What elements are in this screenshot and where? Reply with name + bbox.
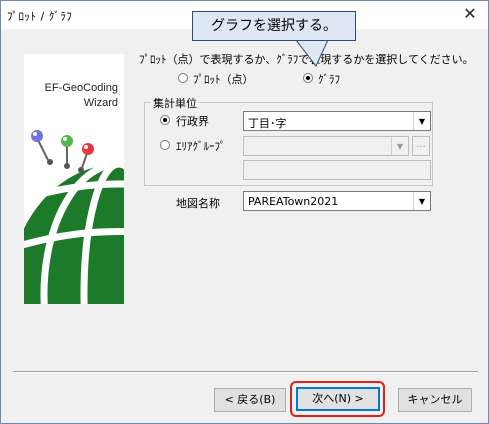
- radio-area-group-label[interactable]: ｴﾘｱｸﾞﾙｰﾌﾟ: [176, 138, 226, 154]
- globe-pins-image: [24, 130, 124, 304]
- area-group-select[interactable]: ▼: [243, 136, 409, 156]
- wizard-illustration: EF-GeoCoding Wizard: [24, 54, 124, 304]
- admin-unit-select[interactable]: 丁目･字 ▼: [243, 111, 431, 131]
- area-group-browse-button[interactable]: ...: [412, 136, 430, 156]
- back-button[interactable]: < 戻る(B): [214, 388, 286, 412]
- map-name-select[interactable]: PAREATown2021 ▼: [243, 191, 431, 211]
- map-name-value: PAREATown2021: [248, 195, 339, 208]
- chevron-down-icon[interactable]: ▼: [391, 137, 408, 155]
- aggregation-group-title: 集計単位: [151, 95, 199, 111]
- radio-area-group[interactable]: [160, 140, 170, 150]
- admin-unit-value: 丁目･字: [248, 117, 287, 130]
- footer-separator: [13, 371, 478, 373]
- callout-annotation: グラフを選択する。: [192, 11, 356, 41]
- radio-admin-boundary-label[interactable]: 行政界: [176, 113, 209, 129]
- chevron-down-icon[interactable]: ▼: [413, 112, 430, 130]
- chevron-down-icon[interactable]: ▼: [413, 192, 430, 210]
- cancel-button[interactable]: キャンセル: [398, 388, 472, 412]
- radio-admin-boundary[interactable]: [160, 115, 170, 125]
- map-name-label: 地図名称: [176, 197, 220, 210]
- next-button-highlight: [290, 381, 385, 417]
- area-group-text-field[interactable]: [243, 160, 431, 180]
